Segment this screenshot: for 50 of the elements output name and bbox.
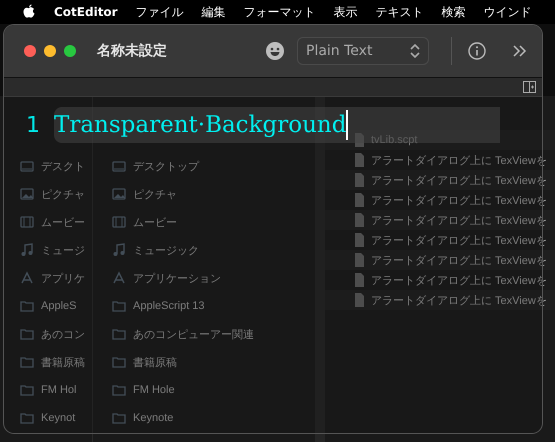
finder-item-label[interactable]: 書籍原稿 <box>41 354 85 370</box>
finder-item-label[interactable]: デスクトップ <box>133 158 199 174</box>
finder-item-label[interactable]: AppleScript 13 <box>133 300 205 312</box>
menu-item[interactable]: ウインド <box>484 4 532 20</box>
finder-item-label[interactable]: ピクチャ <box>133 186 177 202</box>
movies-icon <box>111 214 127 230</box>
menu-item[interactable]: 検索 <box>442 4 466 20</box>
menu-item[interactable]: 編集 <box>202 4 226 20</box>
line-number: 1 <box>25 112 41 138</box>
menu-item[interactable]: フォーマット <box>244 4 316 20</box>
finder-item-label[interactable]: アプリケ <box>41 270 85 286</box>
apple-logo-icon[interactable] <box>22 4 36 20</box>
applications-icon <box>111 270 127 286</box>
menu-app-name[interactable]: CotEditor <box>54 5 118 19</box>
finder-item-label[interactable]: ミュージック <box>133 242 199 258</box>
finder-item-label[interactable]: FM Hol <box>41 384 76 396</box>
finder-item-label[interactable]: ピクチャ <box>41 186 85 202</box>
smiley-face-icon[interactable] <box>265 41 285 61</box>
finder-item-label[interactable]: AppleS <box>41 300 76 312</box>
split-view-icon[interactable] <box>523 81 536 93</box>
finder-item-label[interactable]: ムービー <box>41 214 85 230</box>
finder-item-label[interactable]: Keynot <box>41 412 76 424</box>
finder-item-label[interactable]: 書籍原稿 <box>133 354 177 370</box>
minimize-button[interactable] <box>44 45 56 57</box>
movies-icon <box>19 214 35 230</box>
finder-item-label[interactable]: デスクト <box>41 158 85 174</box>
finder-item-label[interactable]: ミュージ <box>41 242 85 258</box>
music-icon <box>19 242 35 258</box>
chevron-up-down-icon <box>410 44 420 58</box>
finder-item-label[interactable]: FM Hole <box>133 384 175 396</box>
finder-item-label[interactable]: アプリケーション <box>133 270 221 286</box>
info-icon[interactable] <box>468 42 486 60</box>
menu-item[interactable]: ファイル <box>136 4 184 20</box>
menu-item[interactable]: テキスト <box>376 4 424 20</box>
text-cursor <box>346 110 348 140</box>
finder-item-label[interactable]: あのコン <box>41 326 85 342</box>
finder-item-label[interactable]: あのコンピューアー関連 <box>133 326 254 342</box>
applications-icon <box>19 270 35 286</box>
pictures-icon <box>111 186 127 202</box>
music-icon <box>111 242 127 258</box>
menu-item[interactable]: 表示 <box>334 4 358 20</box>
pictures-icon <box>19 186 35 202</box>
zoom-button[interactable] <box>64 45 76 57</box>
window-title: 名称未設定 <box>97 42 167 60</box>
finder-item-label[interactable]: ムービー <box>133 214 177 230</box>
editor-text[interactable]: Transparent·Background <box>54 112 346 138</box>
close-button[interactable] <box>24 45 36 57</box>
syntax-popup[interactable]: Plain Text <box>297 37 429 65</box>
double-chevron-icon[interactable] <box>512 44 528 58</box>
finder-item-label[interactable]: Keynote <box>133 412 174 424</box>
